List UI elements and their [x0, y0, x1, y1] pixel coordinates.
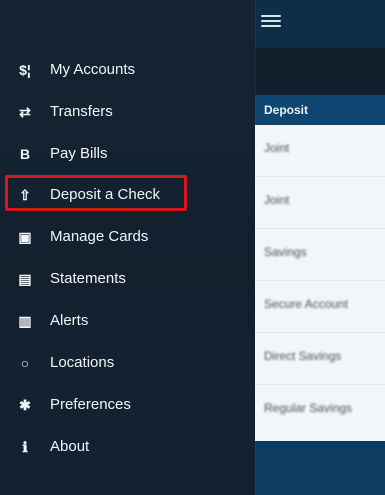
location-icon: ○	[20, 355, 30, 371]
list-item[interactable]: Direct Savings	[255, 333, 385, 385]
selected-menu-highlight	[5, 175, 187, 211]
bill-icon: B	[19, 146, 31, 162]
transfer-icon: ⇄	[19, 104, 31, 120]
mobile-banking-screen: $¦ My Accounts ⇄ Transfers B Pay Bills ⇧…	[0, 0, 385, 495]
deposit-section-header: Deposit	[255, 95, 385, 125]
menu-item-manage-cards[interactable]: ▣ Manage Cards	[0, 219, 255, 255]
menu-item-my-accounts[interactable]: $¦ My Accounts	[0, 52, 255, 88]
list-item[interactable]: Regular Savings	[255, 385, 385, 437]
info-icon: ℹ	[22, 439, 28, 455]
menu-item-label: Statements	[50, 270, 126, 287]
menu-item-label: Alerts	[50, 312, 89, 329]
menu-item-about[interactable]: ℹ About	[0, 429, 255, 465]
card-icon: ▣	[18, 229, 32, 245]
menu-item-label: Transfers	[50, 103, 113, 120]
list-item[interactable]: Joint	[255, 125, 385, 177]
statement-icon: ▤	[18, 271, 32, 287]
account-label: Direct Savings	[264, 349, 342, 363]
menu-item-transfers[interactable]: ⇄ Transfers	[0, 94, 255, 130]
menu-item-label: Manage Cards	[50, 228, 149, 245]
menu-item-locations[interactable]: ○ Locations	[0, 345, 255, 381]
account-label: Joint	[264, 141, 290, 155]
top-content-band	[255, 48, 385, 95]
account-label: Regular Savings	[264, 401, 353, 415]
list-item[interactable]: Joint	[255, 177, 385, 229]
menu-item-pay-bills[interactable]: B Pay Bills	[0, 136, 255, 172]
menu-item-label: Pay Bills	[50, 145, 108, 162]
menu-item-label: Preferences	[50, 396, 131, 413]
account-label: Joint	[264, 193, 290, 207]
account-label: Secure Account	[264, 297, 349, 311]
list-item[interactable]: Savings	[255, 229, 385, 281]
panel-divider	[255, 0, 256, 495]
menu-item-label: Locations	[50, 354, 115, 371]
account-label: Savings	[264, 245, 307, 259]
menu-item-statements[interactable]: ▤ Statements	[0, 261, 255, 297]
gear-icon: ✱	[19, 397, 31, 413]
bottom-blue-band	[255, 441, 385, 495]
menu-item-alerts[interactable]: ▥ Alerts	[0, 303, 255, 339]
menu-item-label: About	[50, 438, 90, 455]
alert-icon: ▥	[18, 313, 32, 329]
top-navigation-bar	[255, 0, 385, 48]
dollar-accounts-icon: $¦	[19, 62, 31, 78]
menu-item-preferences[interactable]: ✱ Preferences	[0, 387, 255, 423]
list-item[interactable]: Secure Account	[255, 281, 385, 333]
deposit-account-list: Joint Joint Savings Secure Account Direc…	[255, 125, 385, 441]
navigation-drawer: $¦ My Accounts ⇄ Transfers B Pay Bills ⇧…	[0, 0, 255, 495]
hamburger-icon[interactable]	[261, 15, 281, 28]
menu-item-label: My Accounts	[50, 61, 136, 78]
